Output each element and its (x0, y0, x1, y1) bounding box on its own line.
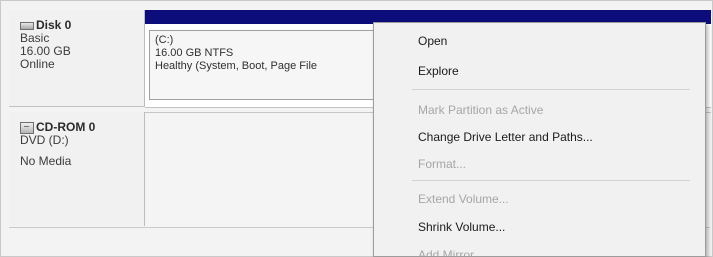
cd-rom-0-media: No Media (20, 154, 72, 168)
disk-0-status: Online (20, 57, 55, 71)
menu-item-add-mirror[interactable]: Add Mirror... (418, 248, 483, 256)
menu-item-mark-active[interactable]: Mark Partition as Active (418, 103, 543, 117)
menu-gutter (374, 23, 408, 256)
partition-size-fs: 16.00 GB NTFS (155, 47, 234, 59)
context-menu: Open Explore Mark Partition as Active Ch… (373, 22, 706, 257)
menu-item-change-drive-letter[interactable]: Change Drive Letter and Paths... (418, 130, 593, 144)
menu-item-shrink-volume[interactable]: Shrink Volume... (418, 220, 505, 234)
menu-item-extend-volume[interactable]: Extend Volume... (418, 192, 509, 206)
menu-separator (412, 89, 690, 90)
partition-label: (C:) (155, 34, 174, 46)
partition-status: Healthy (System, Boot, Page File (155, 60, 318, 72)
menu-item-explore[interactable]: Explore (418, 64, 459, 78)
menu-item-open[interactable]: Open (418, 34, 447, 48)
hard-disk-icon (20, 21, 34, 30)
cd-rom-0-info[interactable]: CD-ROM 0 DVD (D:) No Media (9, 112, 145, 226)
disk-0-info[interactable]: Disk 0 Basic 16.00 GB Online (9, 10, 145, 107)
cd-rom-0-drive: DVD (D:) (20, 133, 69, 147)
cd-rom-icon (20, 121, 34, 134)
menu-separator (412, 180, 690, 181)
partition-c[interactable]: (C:) 16.00 GB NTFS Healthy (System, Boot… (149, 30, 381, 100)
menu-item-format[interactable]: Format... (418, 157, 466, 171)
